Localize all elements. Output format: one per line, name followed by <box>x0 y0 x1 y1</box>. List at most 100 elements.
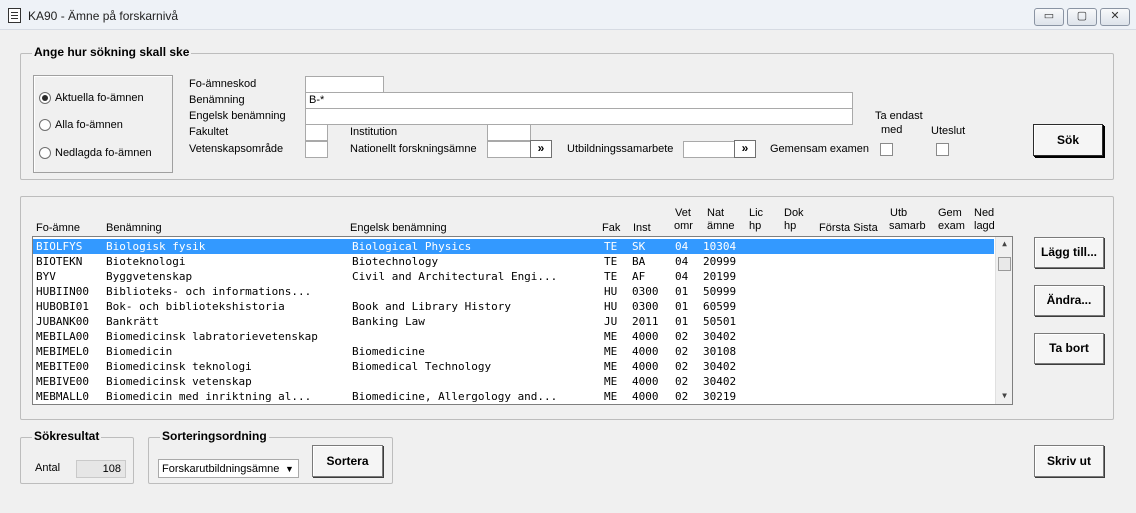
window-title: KA90 - Ämne på forskarnivå <box>28 9 179 23</box>
table-row[interactable]: MEBIMEL0 Biomedicin Biomedicine ME 4000 02 301… <box>33 344 994 359</box>
table-row[interactable]: MEBMALL0 Biomedicin med inriktning al... B… <box>33 389 994 404</box>
scroll-thumb[interactable] <box>998 257 1011 271</box>
header-fak[interactable]: Fak <box>602 222 620 234</box>
header-english[interactable]: Engelsk benämning <box>350 222 447 234</box>
table-row[interactable]: BIOLFYS Biologisk fysik Biological Physics… <box>33 239 994 254</box>
table-scrollbar[interactable]: ▲ ▼ <box>995 237 1012 404</box>
header-dok-2[interactable]: hp <box>784 220 796 232</box>
header-nat[interactable]: Nat <box>707 207 724 219</box>
take-only-label-2: med <box>881 124 903 136</box>
joint-exam-exclude-checkbox[interactable] <box>936 143 949 156</box>
science-area-input[interactable] <box>305 141 328 158</box>
header-gem[interactable]: Gem <box>938 207 962 219</box>
header-nat-2[interactable]: ämne <box>707 220 735 232</box>
table-row[interactable]: MEBILA00 Biomedicinsk labratorievetenskap… <box>33 329 994 344</box>
faculty-input[interactable] <box>305 124 328 141</box>
national-subject-label: Nationellt forskningsämne <box>350 143 477 155</box>
radio-current[interactable] <box>39 92 51 104</box>
cell-fo: HUBOBI01 <box>36 300 89 313</box>
close-button[interactable]: ✕ <box>1100 8 1130 26</box>
header-gem-2[interactable]: exam <box>938 220 965 232</box>
sort-legend: Sorteringsordning <box>160 429 269 443</box>
cell-fak: TE <box>604 255 618 268</box>
cell-vet: 02 <box>675 345 689 358</box>
cell-fo: MEBIMEL0 <box>36 345 89 358</box>
minimize-button[interactable]: ▭ <box>1034 8 1064 26</box>
cooperation-lookup-button[interactable]: » <box>734 140 756 158</box>
delete-button[interactable]: Ta bort <box>1034 333 1104 364</box>
cell-vet: 04 <box>675 240 689 253</box>
header-ned-2[interactable]: lagd <box>974 220 995 232</box>
search-button[interactable]: Sök <box>1033 124 1103 156</box>
table-row[interactable]: BIOTEKN Bioteknologi Biotechnology TE BA 04 20… <box>33 254 994 269</box>
cell-eng: Civil and Architectural Engi... <box>352 270 558 283</box>
radio-all-label[interactable]: Alla fo-ämnen <box>55 119 123 131</box>
radio-discontinued-label[interactable]: Nedlagda fo-ämnen <box>55 147 152 159</box>
header-first-last[interactable]: Första Sista <box>819 222 878 234</box>
radio-current-label[interactable]: Aktuella fo-ämnen <box>55 92 144 104</box>
cell-inst: BA <box>632 255 646 268</box>
header-name[interactable]: Benämning <box>106 222 162 234</box>
cell-nat: 50501 <box>703 315 737 328</box>
cell-ben: Biomedicinsk teknologi <box>106 360 252 373</box>
cell-inst: 2011 <box>632 315 659 328</box>
table-row[interactable]: MEBITE00 Biomedicinsk teknologi Biomedical… <box>33 359 994 374</box>
cell-vet: 01 <box>675 285 689 298</box>
cell-fo: MEBILA00 <box>36 330 89 343</box>
results-table: BIOLFYS Biologisk fysik Biological Physics… <box>32 236 1013 405</box>
table-row[interactable]: MEBIVE00 Biomedicinsk vetenskap ME 4000 02 30… <box>33 374 994 389</box>
header-fo[interactable]: Fo-ämne <box>36 222 80 234</box>
table-row[interactable]: HUBIIN00 Biblioteks- och informations... H… <box>33 284 994 299</box>
cell-nat: 30402 <box>703 360 737 373</box>
cell-nat: 30219 <box>703 390 737 403</box>
header-vet[interactable]: Vet <box>675 207 691 219</box>
maximize-button[interactable]: ▢ <box>1067 8 1097 26</box>
table-row[interactable]: BYV Byggvetenskap Civil and Architectural … <box>33 269 994 284</box>
edit-button[interactable]: Ändra... <box>1034 285 1104 316</box>
header-utb-2[interactable]: samarb <box>889 220 926 232</box>
header-lic[interactable]: Lic <box>749 207 763 219</box>
header-vet-2[interactable]: omr <box>674 220 693 232</box>
joint-exam-include-checkbox[interactable] <box>880 143 893 156</box>
cell-inst: AF <box>632 270 646 283</box>
national-subject-lookup-button[interactable]: » <box>530 140 552 158</box>
sort-order-select[interactable]: Forskarutbildningsämne ▼ <box>158 459 299 478</box>
cell-vet: 02 <box>675 330 689 343</box>
scroll-up-icon[interactable]: ▲ <box>996 239 1012 248</box>
national-subject-input[interactable] <box>487 141 531 158</box>
header-lic-2[interactable]: hp <box>749 220 761 232</box>
header-inst[interactable]: Inst <box>633 222 651 234</box>
search-result-legend: Sökresultat <box>32 429 102 443</box>
cell-ben: Biologisk fysik <box>106 240 206 253</box>
code-input[interactable] <box>305 76 384 93</box>
sort-button[interactable]: Sortera <box>312 445 383 477</box>
institution-label: Institution <box>350 126 398 138</box>
header-dok[interactable]: Dok <box>784 207 804 219</box>
radio-all[interactable] <box>39 119 51 131</box>
cell-fo: BIOTEKN <box>36 255 83 268</box>
cell-vet: 02 <box>675 375 689 388</box>
cell-fak: ME <box>604 360 618 373</box>
cell-fak: JU <box>604 315 618 328</box>
cell-ben: Byggvetenskap <box>106 270 193 283</box>
cooperation-input[interactable] <box>683 141 735 158</box>
cell-ben: Biomedicin med inriktning al... <box>106 390 312 403</box>
table-row[interactable]: HUBOBI01 Bok- och bibliotekshistoria Book … <box>33 299 994 314</box>
scroll-down-icon[interactable]: ▼ <box>996 391 1012 400</box>
name-input[interactable]: B-* <box>305 92 853 109</box>
cell-fak: TE <box>604 270 618 283</box>
cell-vet: 01 <box>675 300 689 313</box>
radio-discontinued[interactable] <box>39 147 51 159</box>
cell-fo: HUBIIN00 <box>36 285 89 298</box>
chevron-down-icon[interactable]: ▼ <box>285 464 294 474</box>
take-only-label: Ta endast <box>875 110 923 122</box>
header-utb[interactable]: Utb <box>890 207 907 219</box>
print-button[interactable]: Skriv ut <box>1034 445 1104 477</box>
header-ned[interactable]: Ned <box>974 207 994 219</box>
table-row[interactable]: JUBANK00 Bankrätt Banking Law JU 2011 01 50501 <box>33 314 994 329</box>
english-name-input[interactable] <box>305 108 853 125</box>
add-button[interactable]: Lägg till... <box>1034 237 1104 268</box>
cell-eng: Biotechnology <box>352 255 439 268</box>
institution-input[interactable] <box>487 124 531 141</box>
cell-nat: 60599 <box>703 300 737 313</box>
